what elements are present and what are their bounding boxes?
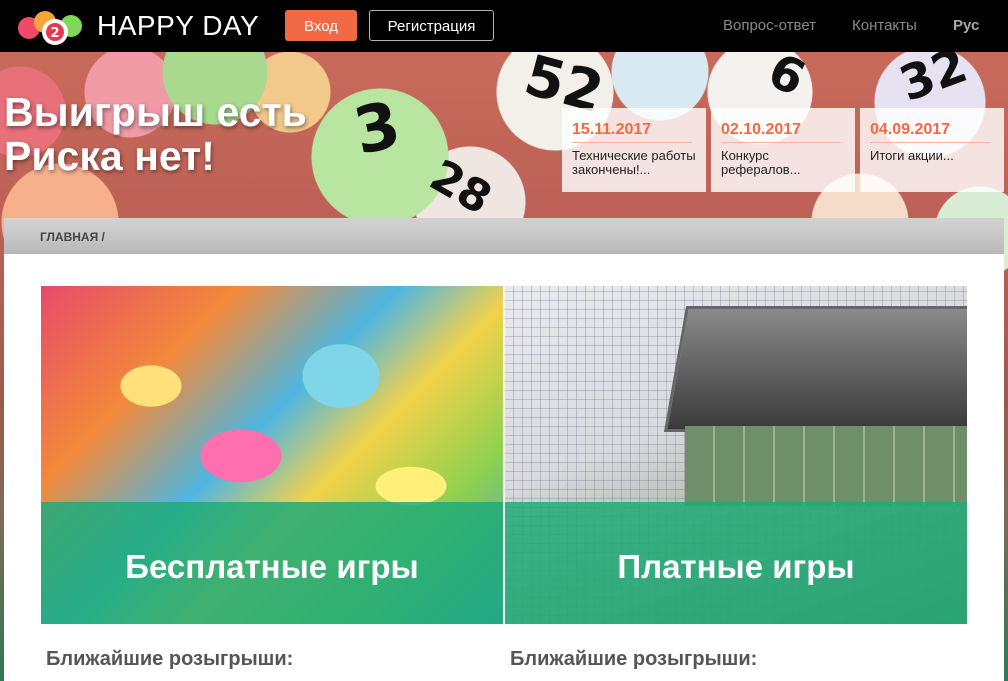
- nav-faq-link[interactable]: Вопрос-ответ: [723, 17, 816, 34]
- language-selector[interactable]: Рус: [953, 17, 979, 34]
- nav-contacts-link[interactable]: Контакты: [852, 17, 917, 34]
- hero-headline-line2: Риска нет!: [4, 133, 215, 179]
- upcoming-draws-heading: Ближайшие розыгрыши:: [46, 648, 294, 670]
- svg-text:2: 2: [50, 26, 59, 41]
- main-content: ГЛАВНАЯ / Бесплатные игры Платные игры Б…: [4, 218, 1004, 681]
- top-navigation-bar: 2 HAPPY DAY Вход Регистрация Вопрос-отве…: [0, 0, 1008, 52]
- free-games-label[interactable]: Бесплатные игры: [41, 548, 503, 586]
- lottery-balls-logo-icon[interactable]: 2: [17, 8, 85, 46]
- ball-decoration: 28: [421, 150, 500, 225]
- news-card[interactable]: 04.09.2017 Итоги акции...: [860, 108, 1004, 192]
- register-button[interactable]: Регистрация: [369, 10, 494, 41]
- news-text[interactable]: Конкурс рефералов...: [721, 149, 845, 177]
- free-games-tile[interactable]: Бесплатные игры: [41, 286, 503, 624]
- news-text[interactable]: Итоги акции...: [870, 149, 994, 163]
- money-case-image: [663, 306, 967, 432]
- paid-games-tile[interactable]: Платные игры: [505, 286, 967, 624]
- news-text[interactable]: Технические работы закончены!...: [572, 149, 696, 177]
- money-stacks-image: [685, 426, 967, 506]
- hero-headline-line1: Выигрыш есть: [4, 89, 307, 135]
- news-card[interactable]: 15.11.2017 Технические работы закончены!…: [562, 108, 706, 192]
- ball-decoration: 32: [892, 52, 975, 113]
- breadcrumb: ГЛАВНАЯ /: [4, 218, 1004, 254]
- news-date: 04.09.2017: [870, 121, 990, 143]
- news-date: 02.10.2017: [721, 121, 841, 143]
- upcoming-draws-heading: Ближайшие розыгрыши:: [510, 648, 758, 670]
- site-logo-text[interactable]: HAPPY DAY: [97, 10, 259, 42]
- hero-headline: Выигрыш есть Риска нет!: [4, 90, 364, 178]
- paid-games-label[interactable]: Платные игры: [505, 548, 967, 586]
- news-date: 15.11.2017: [572, 121, 692, 143]
- news-card[interactable]: 02.10.2017 Конкурс рефералов...: [711, 108, 855, 192]
- ball-decoration: 6: [759, 52, 814, 108]
- login-button[interactable]: Вход: [285, 10, 357, 41]
- breadcrumb-home-link[interactable]: ГЛАВНАЯ /: [40, 230, 105, 244]
